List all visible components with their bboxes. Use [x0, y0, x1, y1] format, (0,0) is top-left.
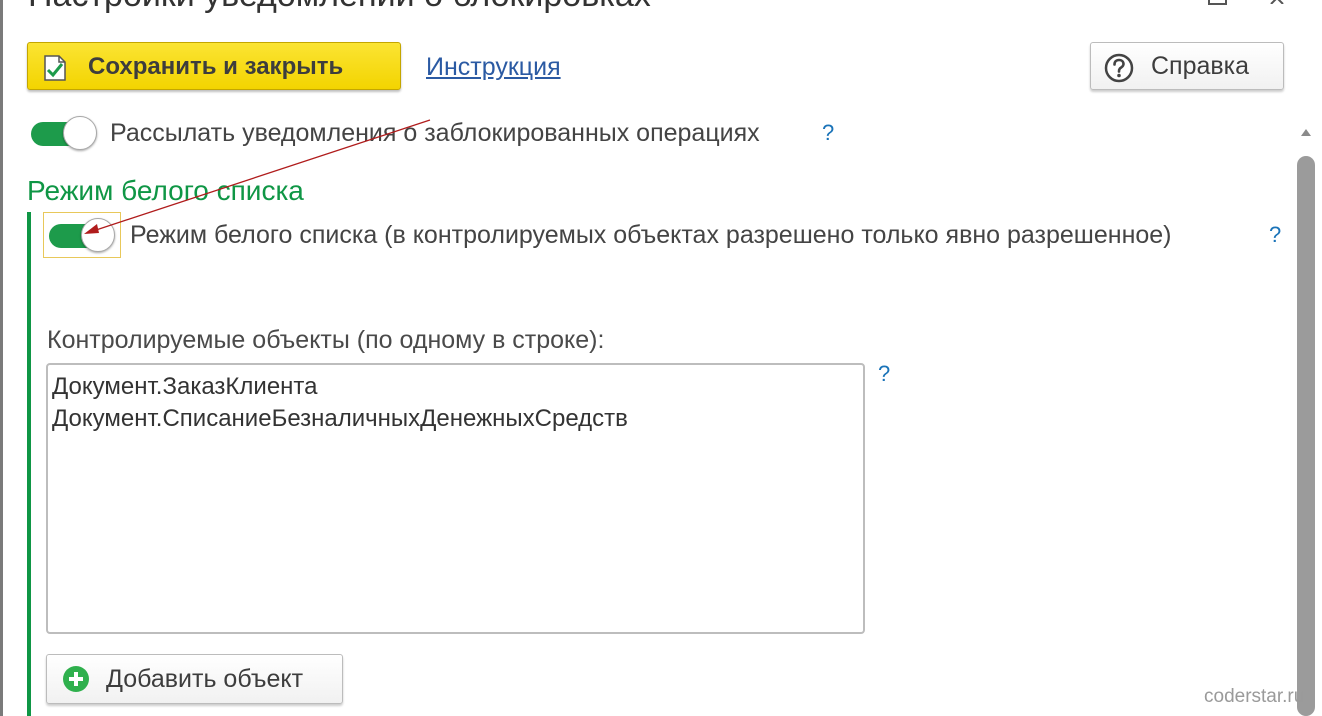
instruction-link[interactable]: Инструкция: [426, 53, 561, 82]
more-button[interactable]: [1140, 0, 1170, 14]
notify-toggle[interactable]: [31, 116, 97, 152]
maximize-icon: [1207, 0, 1227, 5]
objects-hint-link[interactable]: ?: [878, 361, 890, 387]
window-title: Настройки уведомлений о блокировках: [28, 0, 651, 15]
watermark: coderstar.ru: [1204, 686, 1305, 707]
toggle-knob: [81, 218, 115, 252]
help-button-label: Справка: [1151, 52, 1250, 80]
save-document-check-icon: [44, 55, 66, 81]
help-button[interactable]: Справка: [1090, 42, 1284, 90]
notify-label: Рассылать уведомления о заблокированных …: [110, 119, 760, 147]
close-button[interactable]: [1264, 0, 1294, 14]
whitelist-toggle[interactable]: [49, 218, 115, 254]
close-icon: [1270, 0, 1284, 4]
object-line: Документ.СписаниеБезналичныхДенежныхСред…: [52, 405, 628, 432]
toggle-knob: [63, 116, 97, 150]
whitelist-label: Режим белого списка (в контролируемых об…: [130, 221, 1172, 249]
object-line: Документ.ЗаказКлиента: [52, 373, 318, 400]
add-object-label: Добавить объект: [106, 665, 304, 693]
section-title: Режим белого списка: [27, 175, 304, 206]
objects-label: Контролируемые объекты (по одному в стро…: [47, 326, 605, 354]
scrollbar-thumb[interactable]: [1297, 156, 1315, 716]
whitelist-hint-link[interactable]: ?: [1269, 222, 1281, 248]
save-button-label: Сохранить и закрыть: [88, 53, 344, 80]
plus-circle-icon: [63, 666, 89, 692]
scroll-up-arrow-icon[interactable]: [1300, 126, 1312, 138]
objects-textarea[interactable]: Документ.ЗаказКлиента Документ.СписаниеБ…: [46, 363, 865, 634]
notify-hint-link[interactable]: ?: [822, 120, 834, 146]
maximize-button[interactable]: [1202, 0, 1232, 14]
section-indicator-bar: [27, 212, 31, 716]
window-border: [0, 0, 3, 716]
save-and-close-button[interactable]: Сохранить и закрыть: [27, 42, 401, 90]
question-circle-icon: [1104, 53, 1134, 83]
add-object-button[interactable]: Добавить объект: [46, 654, 343, 704]
